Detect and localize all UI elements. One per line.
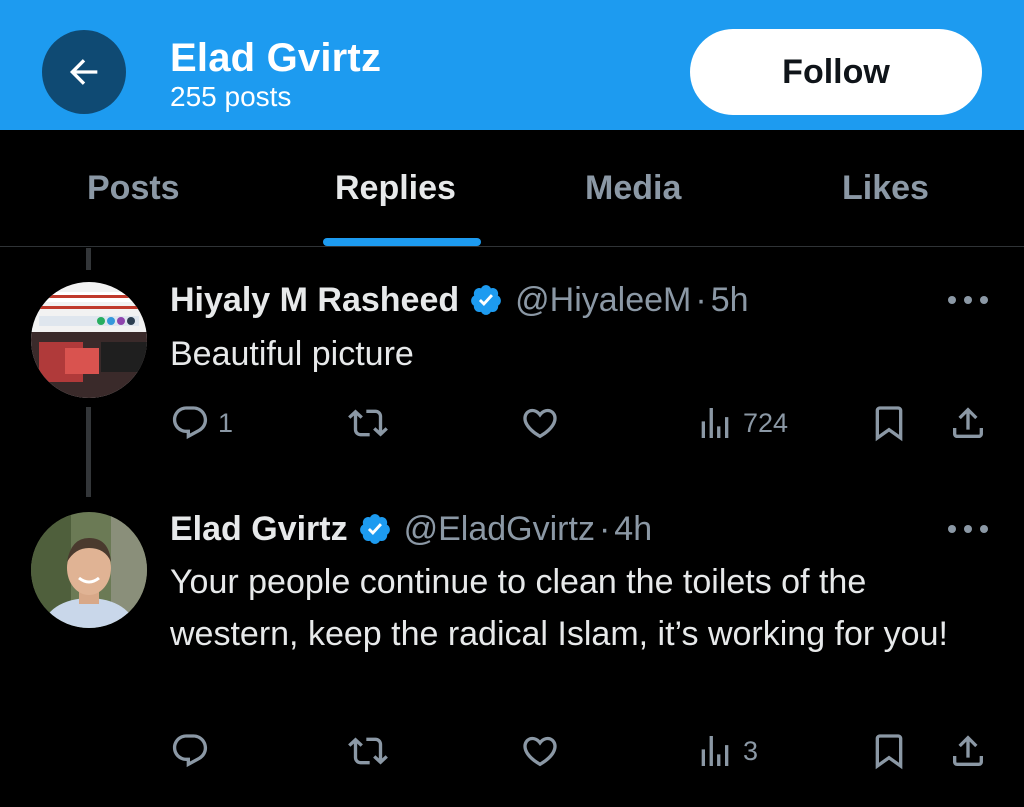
verified-badge-icon: [359, 514, 390, 544]
profile-tabs: Posts Replies Media Likes: [0, 130, 1024, 247]
tab-likes[interactable]: Likes: [842, 168, 929, 208]
avatar[interactable]: [31, 282, 147, 398]
author-handle[interactable]: @HiyaleeM: [515, 280, 691, 320]
reply-icon: [172, 734, 208, 768]
tab-media[interactable]: Media: [585, 168, 681, 208]
timestamp[interactable]: 4h: [614, 509, 652, 549]
repost-button[interactable]: [348, 403, 396, 443]
share-icon: [953, 407, 983, 438]
active-tab-indicator: [323, 238, 481, 246]
avatar-image: [31, 282, 147, 398]
share-button[interactable]: [948, 731, 988, 771]
heart-icon: [523, 736, 557, 767]
tweet-header: Hiyaly M Rasheed @HiyaleeM · 5h: [170, 280, 749, 320]
view-count: 724: [743, 407, 789, 438]
tab-replies[interactable]: Replies: [335, 168, 456, 208]
more-options-icon[interactable]: [946, 523, 990, 535]
verified-badge-icon: [471, 285, 501, 315]
separator-dot: ·: [695, 281, 707, 319]
author-handle[interactable]: @EladGvirtz: [404, 509, 595, 549]
repost-icon: [348, 409, 388, 437]
views-button[interactable]: 724: [695, 403, 788, 443]
bookmark-button[interactable]: [869, 731, 909, 771]
tweet-text: Your people continue to clean the toilet…: [170, 563, 948, 653]
tab-posts[interactable]: Posts: [87, 168, 180, 208]
share-icon: [953, 735, 983, 766]
thread-connector: [86, 248, 91, 270]
views-button[interactable]: 3: [695, 731, 758, 771]
profile-header: Elad Gvirtz 255 posts Follow: [0, 0, 1024, 130]
like-button[interactable]: [520, 731, 568, 771]
profile-title-block: Elad Gvirtz 255 posts: [170, 34, 381, 112]
follow-button[interactable]: Follow: [690, 29, 982, 115]
like-button[interactable]: [520, 403, 568, 443]
thread-connector: [86, 407, 91, 497]
author-name[interactable]: Hiyaly M Rasheed: [170, 280, 459, 320]
tweet-text: Beautiful picture: [170, 335, 414, 373]
more-options-icon[interactable]: [946, 294, 990, 306]
back-button[interactable]: [42, 30, 126, 114]
reply-button[interactable]: 1: [170, 403, 233, 443]
tweet-header: Elad Gvirtz @EladGvirtz · 4h: [170, 509, 652, 549]
reply-count: 1: [218, 407, 234, 438]
repost-icon: [348, 737, 388, 765]
repost-button[interactable]: [348, 731, 396, 771]
bookmark-icon: [875, 406, 903, 442]
bookmark-icon: [875, 734, 903, 770]
timestamp[interactable]: 5h: [711, 280, 749, 320]
avatar-image: [31, 512, 147, 628]
bookmark-button[interactable]: [869, 403, 909, 443]
reply-icon: [172, 406, 208, 440]
author-name[interactable]: Elad Gvirtz: [170, 509, 348, 549]
view-count: 3: [743, 735, 759, 766]
reply-button[interactable]: [170, 731, 218, 771]
separator-dot: ·: [598, 510, 611, 548]
profile-name: Elad Gvirtz: [170, 36, 382, 80]
post-count: 255 posts: [170, 81, 292, 112]
analytics-icon: [701, 736, 729, 766]
heart-icon: [523, 408, 557, 439]
arrow-left-icon: [69, 59, 98, 85]
avatar[interactable]: [31, 512, 147, 628]
analytics-icon: [701, 408, 729, 438]
share-button[interactable]: [948, 403, 988, 443]
